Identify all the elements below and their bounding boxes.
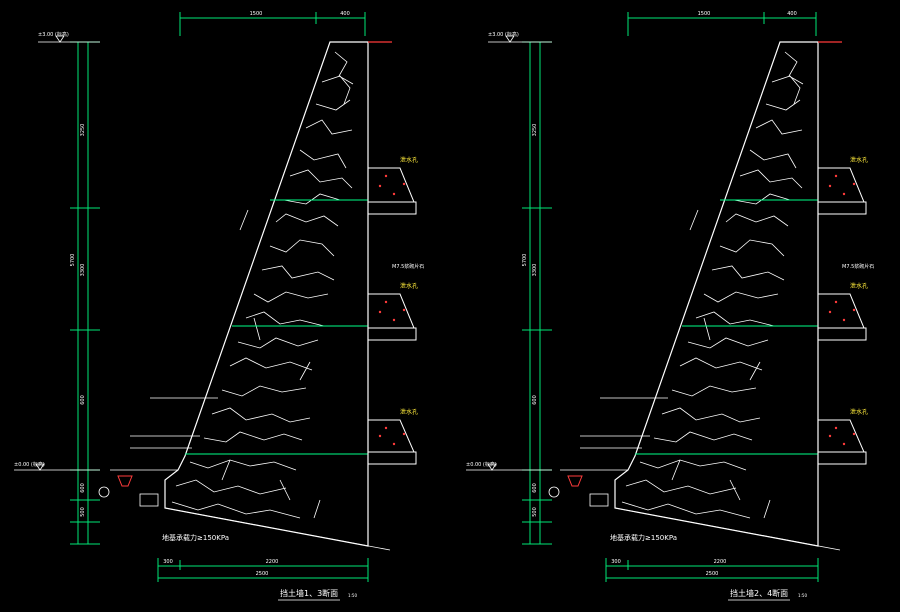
elevation-base-label: ±0.00 (标高) bbox=[466, 461, 497, 468]
section-scale: 1:50 bbox=[348, 593, 357, 598]
drain-hole-1-label: 泄水孔 bbox=[850, 156, 868, 164]
top-dim-label-1: 1500 bbox=[250, 11, 263, 17]
section-scale: 1:50 bbox=[798, 593, 807, 598]
material-note: M7.5浆砌片石 bbox=[842, 263, 874, 270]
material-note: M7.5浆砌片石 bbox=[392, 263, 424, 270]
left-dim-label-1: 3250 bbox=[80, 124, 86, 137]
elevation-base-label: ±0.00 (标高) bbox=[14, 461, 45, 468]
section-title: 挡土墙1、3断面 bbox=[280, 588, 338, 598]
left-dim-label-4: 600 bbox=[80, 395, 86, 405]
drain-hole-3-label: 泄水孔 bbox=[400, 408, 418, 416]
left-dim-label-6: 500 bbox=[532, 507, 538, 517]
bearing-note: 地基承载力≥150KPa bbox=[610, 533, 677, 542]
bottom-dim-total: 2500 bbox=[706, 571, 719, 577]
bottom-dim-total: 2500 bbox=[256, 571, 269, 577]
top-dim-label-2: 400 bbox=[340, 11, 350, 17]
left-dim-label-3: 5700 bbox=[522, 254, 528, 267]
top-dim-label-1: 1500 bbox=[698, 11, 711, 17]
bottom-dim-label-1: 300 bbox=[163, 559, 173, 565]
drain-hole-1-label: 泄水孔 bbox=[400, 156, 418, 164]
section-title: 挡土墙2、4断面 bbox=[730, 588, 788, 598]
drain-hole-3-label: 泄水孔 bbox=[850, 408, 868, 416]
bottom-dim-label-2: 2200 bbox=[714, 559, 727, 565]
drawing-canvas: 1500 400 3250 3300 5700 600 600 500 ±3.0… bbox=[0, 0, 900, 612]
bottom-dim-label-1: 300 bbox=[611, 559, 621, 565]
left-dim-label-6: 500 bbox=[80, 507, 86, 517]
left-dim-label-2: 3300 bbox=[532, 264, 538, 277]
elevation-top-label: ±3.00 (标高) bbox=[38, 31, 69, 38]
bottom-dim-label-2: 2200 bbox=[266, 559, 279, 565]
left-dim-label-5: 600 bbox=[80, 483, 86, 493]
bearing-note: 地基承载力≥150KPa bbox=[162, 533, 229, 542]
left-dim-label-2: 3300 bbox=[80, 264, 86, 277]
drain-hole-2-label: 泄水孔 bbox=[400, 282, 418, 290]
drain-hole-2-label: 泄水孔 bbox=[850, 282, 868, 290]
left-dim-label-5: 600 bbox=[532, 483, 538, 493]
top-dim-label-2: 400 bbox=[787, 11, 797, 17]
left-dim-label-3: 5700 bbox=[70, 254, 76, 267]
canvas-background bbox=[0, 0, 900, 612]
left-dim-label-4: 600 bbox=[532, 395, 538, 405]
elevation-top-label: ±3.00 (标高) bbox=[488, 31, 519, 38]
left-dim-label-1: 3250 bbox=[532, 124, 538, 137]
